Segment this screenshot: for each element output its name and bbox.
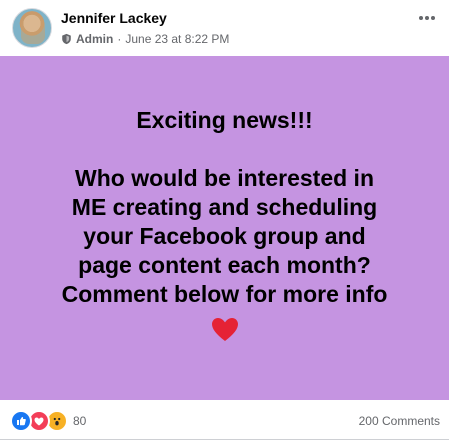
shield-icon — [62, 33, 71, 45]
post-text-card: Exciting news!!! Who would be interested… — [0, 56, 449, 400]
author-avatar[interactable] — [12, 8, 52, 48]
post-timestamp[interactable]: June 23 at 8:22 PM — [125, 32, 229, 46]
post-card-text: Exciting news!!! Who would be interested… — [15, 106, 435, 309]
avatar-hair-shape — [21, 14, 45, 44]
like-icon — [10, 410, 32, 432]
more-icon — [419, 16, 423, 20]
post-body-line: page content each month? — [78, 252, 371, 278]
post-header: Jennifer Lackey Admin · June 23 at 8:22 … — [0, 0, 449, 56]
post-body-line: Comment below for more info — [61, 281, 388, 307]
post-footer: 80 200 Comments — [0, 400, 449, 440]
post-body-line: your Facebook group and — [83, 223, 366, 249]
post-body-line: ME creating and scheduling — [71, 194, 378, 220]
comments-count[interactable]: 200 Comments — [359, 414, 440, 428]
reaction-count: 80 — [73, 414, 87, 428]
facebook-post: Jennifer Lackey Admin · June 23 at 8:22 … — [0, 0, 449, 440]
meta-separator: · — [117, 32, 122, 46]
reaction-summary[interactable]: 80 — [10, 410, 87, 432]
heart-icon — [211, 318, 238, 341]
role-label: Admin — [76, 32, 114, 46]
author-name[interactable]: Jennifer Lackey — [61, 10, 167, 26]
post-meta: Admin · June 23 at 8:22 PM — [61, 32, 229, 46]
post-body-line: Who would be interested in — [75, 165, 374, 191]
post-headline: Exciting news!!! — [136, 107, 313, 133]
more-options-button[interactable] — [415, 8, 439, 28]
heart-icon — [210, 315, 240, 345]
